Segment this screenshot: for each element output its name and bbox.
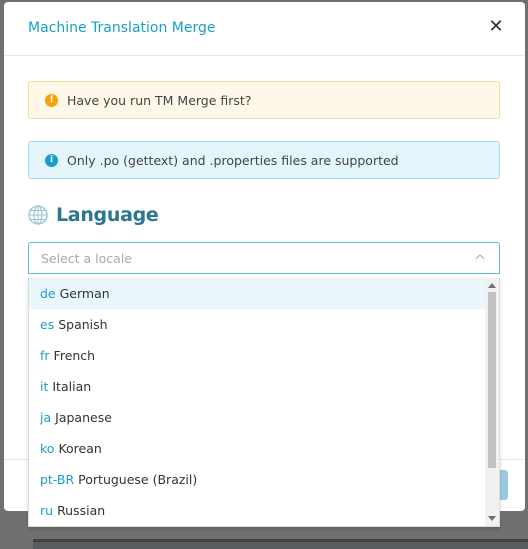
locale-option-pt-br[interactable]: pt-BR Portuguese (Brazil) xyxy=(29,464,487,495)
warning-alert-text: Have you run TM Merge first? xyxy=(67,92,252,108)
modal-title: Machine Translation Merge xyxy=(28,20,216,36)
locale-name: Spanish xyxy=(58,317,108,332)
info-alert-text: Only .po (gettext) and .properties files… xyxy=(67,152,399,168)
locale-code: de xyxy=(40,286,56,301)
locale-select[interactable]: Select a locale xyxy=(28,242,500,274)
info-icon: i xyxy=(45,153,58,167)
locale-code: ru xyxy=(40,503,54,518)
locale-select-placeholder: Select a locale xyxy=(41,250,132,266)
locale-option-fr[interactable]: fr French xyxy=(29,340,487,371)
locale-option-it[interactable]: it Italian xyxy=(29,371,487,402)
language-heading: Language xyxy=(56,204,159,226)
modal-header: Machine Translation Merge ✕ xyxy=(4,2,525,56)
locale-name: Korean xyxy=(58,441,102,456)
dropdown-scrollbar[interactable] xyxy=(485,278,499,526)
locale-option-de[interactable]: de German xyxy=(29,278,487,309)
globe-icon xyxy=(28,205,48,225)
locale-code: ko xyxy=(40,441,55,456)
locale-dropdown: de German es Spanish fr French it Italia… xyxy=(28,278,500,527)
locale-name: Russian xyxy=(57,503,106,518)
locale-option-es[interactable]: es Spanish xyxy=(29,309,487,340)
scroll-down-arrow-icon[interactable] xyxy=(488,516,496,521)
info-alert: i Only .po (gettext) and .properties fil… xyxy=(28,141,500,179)
locale-option-ru[interactable]: ru Russian xyxy=(29,495,487,526)
locale-name: Japanese xyxy=(55,410,112,425)
locale-code: pt-BR xyxy=(40,472,75,487)
locale-name: German xyxy=(59,286,110,301)
scrollbar-thumb[interactable] xyxy=(488,292,496,468)
locale-code: es xyxy=(40,317,55,332)
language-section-title: Language xyxy=(28,204,159,226)
locale-name: Portuguese (Brazil) xyxy=(78,472,198,487)
warning-icon: ! xyxy=(45,93,58,107)
locale-code: ja xyxy=(40,410,52,425)
chevron-up-icon[interactable] xyxy=(475,252,485,262)
locale-code: fr xyxy=(40,348,50,363)
warning-alert: ! Have you run TM Merge first? xyxy=(28,81,500,119)
background-bar xyxy=(33,539,528,549)
locale-name: Italian xyxy=(52,379,92,394)
locale-option-ja[interactable]: ja Japanese xyxy=(29,402,487,433)
locale-name: French xyxy=(53,348,96,363)
locale-code: it xyxy=(40,379,49,394)
scroll-up-arrow-icon[interactable] xyxy=(488,283,496,288)
locale-option-ko[interactable]: ko Korean xyxy=(29,433,487,464)
close-icon[interactable]: ✕ xyxy=(487,18,505,36)
